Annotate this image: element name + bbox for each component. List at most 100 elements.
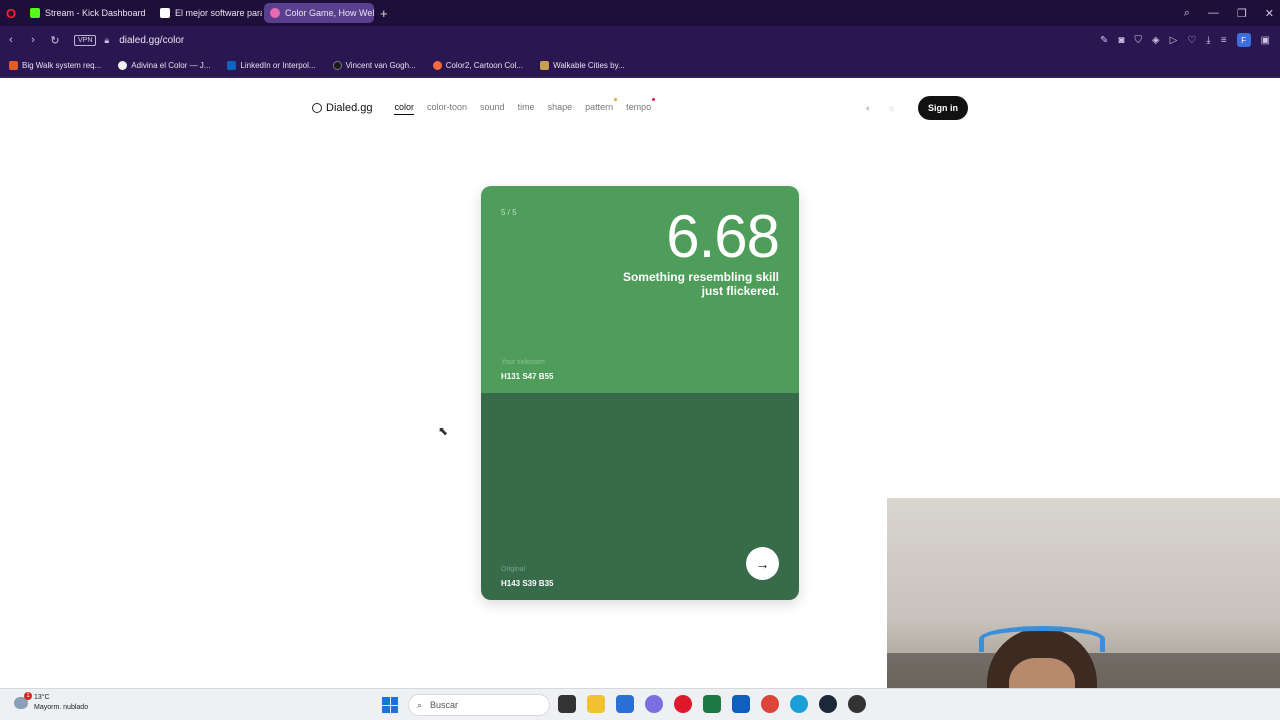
edit-icon[interactable]: ✎ [1100, 35, 1108, 46]
url-field[interactable]: dialed.gg/color [119, 35, 184, 46]
nav-time[interactable]: time [518, 102, 535, 115]
profile-avatar[interactable]: F [1236, 33, 1251, 47]
theme-toggle-icon[interactable]: ☼ [887, 103, 895, 113]
nav-tempo-wrap: tempo [626, 97, 656, 115]
sound-toggle-icon[interactable]: 🔈︎ [866, 103, 871, 114]
opera-logo-icon[interactable]: O [0, 0, 22, 26]
nav-pattern[interactable]: pattern [585, 102, 613, 112]
nav-color-toon[interactable]: color-toon [427, 102, 467, 115]
tab-label: Color Game, How Well Co [285, 8, 374, 18]
color-game-favicon-icon [270, 8, 280, 18]
address-bar-tools: ✎ ◙ ⛉ ◈ ▷ ♡ ⤓ ≡ F ▣ [1100, 26, 1270, 54]
weather-widget[interactable]: 1 13°C Mayorm. nublado [14, 692, 88, 713]
vpn-badge[interactable]: VPN [74, 34, 97, 46]
minimize-icon[interactable]: — [1208, 7, 1219, 19]
nav-pattern-wrap: pattern [585, 97, 618, 115]
cloud-icon: 1 [14, 692, 32, 709]
opera-icon[interactable] [674, 695, 692, 713]
round-counter: 5 / 5 [501, 208, 517, 217]
bookmark-label: LinkedIn or Interpol... [240, 61, 316, 70]
reload-icon[interactable]: ↻ [44, 34, 66, 47]
search-placeholder: Buscar [430, 700, 459, 710]
play-icon[interactable]: ▷ [1170, 35, 1178, 46]
mouse-cursor-icon: ⬉ [438, 424, 449, 438]
site-header: Dialed.gg color color-toon sound time sh… [312, 96, 968, 120]
browser-tab-bar: O Stream - Kick Dashboard El mejor softw… [0, 0, 1280, 26]
task-view-icon[interactable] [558, 695, 576, 713]
tab-kick-dashboard[interactable]: Stream - Kick Dashboard [24, 3, 152, 23]
nav-tempo[interactable]: tempo [626, 102, 651, 112]
webcam-overlay [887, 498, 1280, 720]
bookmark-favicon-icon [332, 61, 342, 70]
heart-icon[interactable]: ♡ [1187, 35, 1196, 46]
outlook-icon[interactable] [732, 695, 750, 713]
tab-label: El mejor software para pc [175, 8, 262, 18]
bookmark-item[interactable]: Big Walk system req... [9, 61, 101, 70]
bookmark-label: Walkable Cities by... [553, 61, 625, 70]
windows-taskbar: 1 13°C Mayorm. nublado ⌕ Buscar [0, 688, 1280, 720]
weather-text: 13°C Mayorm. nublado [34, 693, 88, 713]
original-value: H143 S39 B35 [501, 579, 554, 588]
tab-label: Stream - Kick Dashboard [45, 8, 146, 18]
original-swatch: Original H143 S39 B35 → [481, 393, 799, 600]
headset-icon [979, 626, 1105, 652]
taskbar-apps [558, 695, 866, 713]
bookmark-item[interactable]: Adivina el Color — J... [118, 61, 210, 70]
back-icon[interactable]: ‹ [0, 34, 22, 46]
brand-logo[interactable]: Dialed.gg [312, 102, 372, 114]
nav-color[interactable]: color [394, 102, 414, 115]
store-icon[interactable] [616, 695, 634, 713]
bookmark-favicon-icon [227, 61, 237, 70]
search-tabs-icon[interactable]: ⌕ [1184, 7, 1190, 20]
new-tab-button[interactable]: + [380, 6, 388, 21]
score-value: 6.68 [666, 203, 780, 270]
bookmarks-bar: Big Walk system req... Adivina el Color … [0, 54, 1280, 78]
main-nav: color color-toon sound time shape patter… [394, 97, 656, 115]
bookmark-label: Color2, Cartoon Col... [445, 61, 524, 70]
forward-icon[interactable]: › [22, 34, 44, 46]
download-icon[interactable]: ⤓ [1206, 35, 1210, 46]
arrow-right-icon: → [755, 555, 770, 572]
nav-sound[interactable]: sound [480, 102, 505, 115]
next-arrow-button[interactable]: → [746, 547, 779, 580]
menu-icon[interactable]: ≡ [1221, 35, 1227, 46]
brand-name: Dialed.gg [326, 102, 373, 114]
bookmark-label: Big Walk system req... [22, 61, 102, 70]
nav-shape[interactable]: shape [548, 102, 573, 115]
bookmark-item[interactable]: LinkedIn or Interpol... [227, 61, 316, 70]
tab-color-game[interactable]: Color Game, How Well Co [264, 3, 374, 23]
original-label: Original [501, 566, 526, 573]
result-card: 5 / 5 6.68 Something resembling skill ju… [481, 186, 799, 600]
chrome-icon[interactable] [761, 695, 779, 713]
lock-icon[interactable]: 🔒︎ [104, 35, 109, 46]
windows-start-icon[interactable] [382, 697, 398, 713]
bookmark-favicon-icon [432, 61, 442, 70]
maximize-icon[interactable]: ❐ [1237, 7, 1247, 20]
copilot-icon[interactable] [645, 695, 663, 713]
shield-icon[interactable]: ⛉ [1134, 35, 1142, 46]
close-icon[interactable]: ✕ [1265, 7, 1274, 20]
bookmark-item[interactable]: Walkable Cities by... [540, 61, 625, 70]
score-message: Something resembling skill just flickere… [622, 270, 779, 298]
extensions-icon[interactable]: ◈ [1152, 35, 1160, 46]
app-icon[interactable] [848, 695, 866, 713]
bookmark-item[interactable]: Vincent van Gogh... [332, 61, 416, 70]
steam-icon[interactable] [819, 695, 837, 713]
search-icon: ⌕ [417, 699, 423, 710]
notification-badge: 1 [24, 692, 32, 700]
new-dot-icon [614, 97, 618, 101]
edge-icon[interactable] [790, 695, 808, 713]
bookmark-favicon-icon [540, 61, 550, 70]
excel-icon[interactable] [703, 695, 721, 713]
bookmark-item[interactable]: Color2, Cartoon Col... [432, 61, 524, 70]
file-explorer-icon[interactable] [587, 695, 605, 713]
sidebar-icon[interactable]: ▣ [1261, 35, 1270, 46]
selection-swatch: 5 / 5 6.68 Something resembling skill ju… [481, 186, 799, 393]
taskbar-search[interactable]: ⌕ Buscar [408, 694, 550, 716]
header-icons: 🔈︎ ☼ [866, 98, 896, 118]
camera-icon[interactable]: ◙ [1118, 35, 1124, 46]
bookmark-favicon-icon [118, 61, 128, 70]
sign-in-button[interactable]: Sign in [918, 96, 968, 120]
tab-software[interactable]: El mejor software para pc [154, 3, 262, 23]
selection-value: H131 S47 B55 [501, 372, 554, 381]
